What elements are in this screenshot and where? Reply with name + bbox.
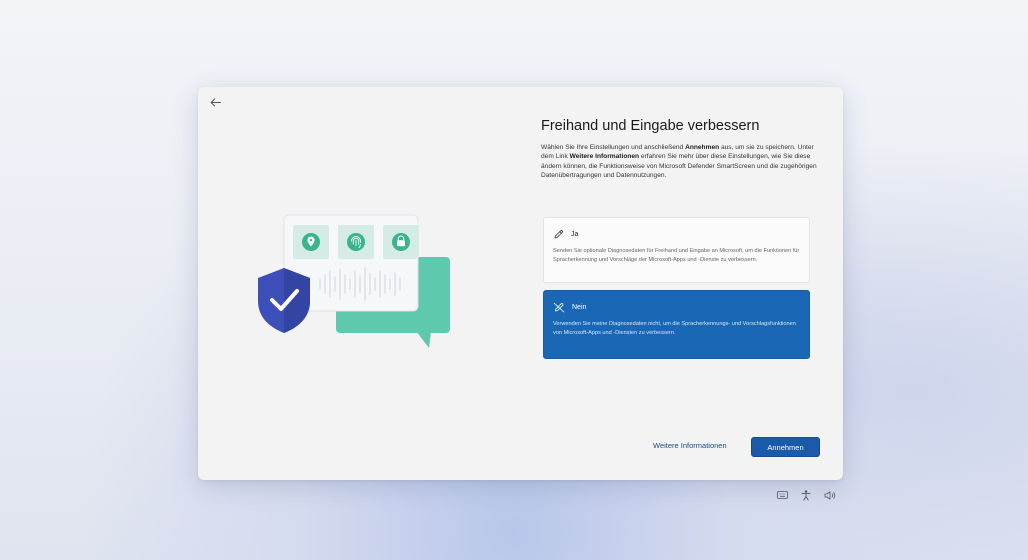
option-yes-description: Senden Sie optionale Diagnosedaten für F…: [553, 248, 800, 264]
setup-dialog: Freihand und Eingabe verbessern Wählen S…: [198, 87, 843, 480]
volume-icon[interactable]: [823, 489, 837, 501]
privacy-illustration: [258, 214, 450, 348]
back-arrow-icon: [210, 98, 221, 106]
option-yes[interactable]: Ja Senden Sie optionale Diagnosedaten fü…: [543, 217, 810, 283]
pen-icon: [554, 229, 563, 238]
option-yes-label: Ja: [571, 230, 579, 238]
more-info-link[interactable]: Weitere Informationen: [653, 441, 727, 450]
option-no-description: Verwenden Sie meine Diagnosedaten nicht,…: [553, 321, 796, 337]
page-description: Wählen Sie Ihre Einstellungen und anschl…: [541, 144, 817, 180]
page-title: Freihand und Eingabe verbessern: [541, 118, 760, 134]
back-button[interactable]: [204, 93, 226, 111]
keyboard-icon[interactable]: [775, 489, 789, 501]
option-no[interactable]: Nein Verwenden Sie meine Diagnosedaten n…: [543, 290, 810, 359]
accessibility-icon[interactable]: [799, 489, 813, 501]
option-no-label: Nein: [572, 303, 587, 311]
shield-check-icon: [258, 268, 310, 333]
accept-button[interactable]: Annehmen: [751, 437, 820, 457]
pen-off-icon: [553, 302, 565, 312]
